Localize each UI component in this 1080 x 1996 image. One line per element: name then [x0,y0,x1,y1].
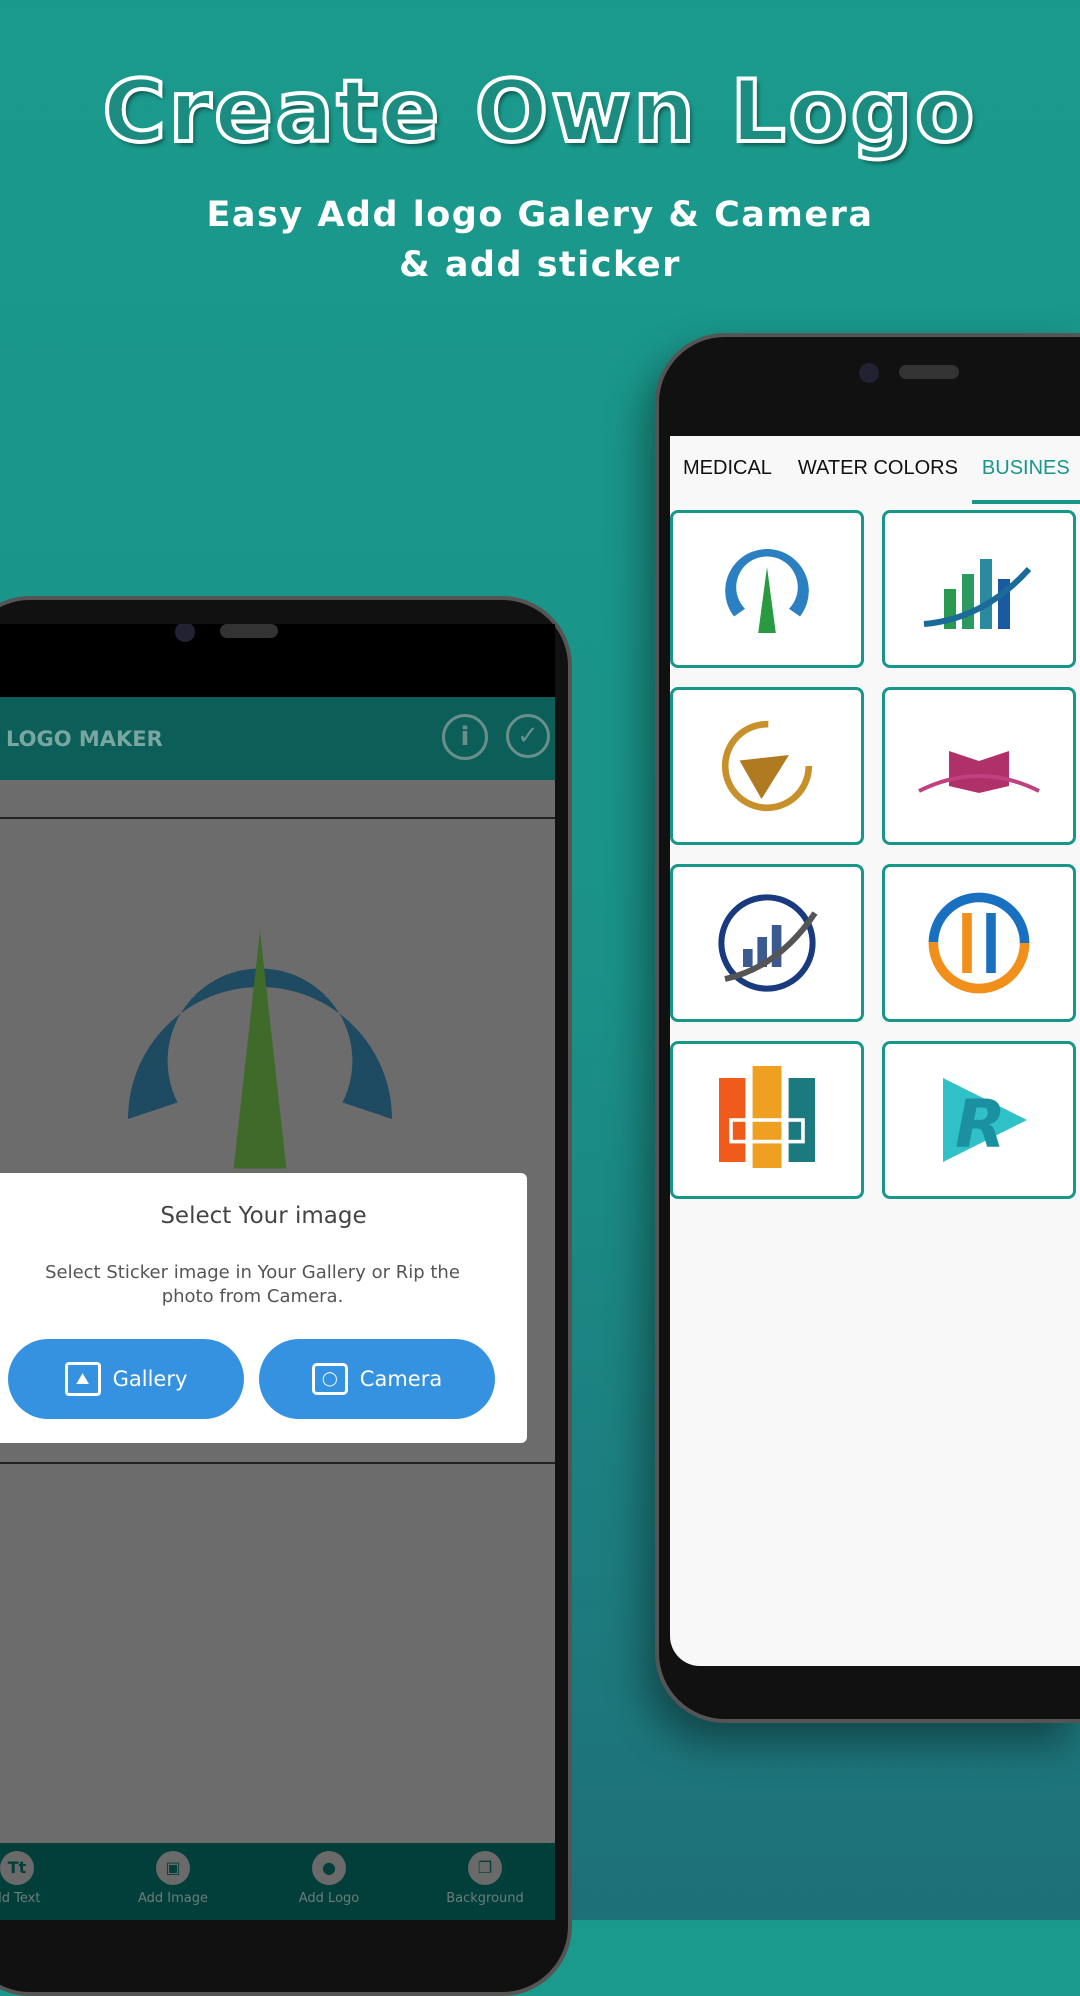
nav-label: dd Text [0,1891,41,1906]
divider [0,817,555,819]
check-icon[interactable]: ✓ [506,714,550,758]
camera-button[interactable]: ◯ Camera [259,1339,495,1419]
furniture-logo-icon [719,1066,815,1168]
logo-card[interactable] [882,687,1076,845]
arch-logo-preview-icon [128,930,392,1169]
left-phone-screen: LOGO MAKER i ✓ Select Your image Select … [0,624,555,1920]
tab-water-colors[interactable]: WATER COLORS [788,457,968,480]
nav-add-logo[interactable]: ● Add Logo [274,1851,384,1906]
chart-circle-logo-icon [718,894,818,992]
nav-add-text[interactable]: Tt dd Text [0,1851,72,1906]
nav-background[interactable]: ❐ Background [430,1851,540,1906]
logo-card[interactable] [882,510,1076,668]
dialog-title: Select Your image [160,1203,367,1229]
bottom-nav: Tt dd Text ▣ Add Image ● Add Logo ❐ Backgrou… [0,1843,555,1920]
subtitle: Easy Add logo Galery & Camera & add stick… [0,190,1080,290]
logo-icon: ● [312,1851,346,1885]
nav-label: Add Image [137,1891,208,1906]
app-title: LOGO MAKER [6,726,163,751]
gallery-icon: ⛰ [64,1362,101,1396]
tab-business[interactable]: BUSINES [971,457,1080,504]
camera-label: Camera [359,1367,443,1391]
camera-lens [175,624,195,642]
category-tabs: MEDICAL WATER COLORS BUSINES [670,436,1080,504]
right-phone-screen: MEDICAL WATER COLORS BUSINES R [670,436,1080,1666]
image-icon: ▣ [156,1851,190,1885]
subtitle-line: & add sticker [399,245,681,285]
logo-card[interactable] [670,510,864,668]
subtitle-line: Easy Add logo Galery & Camera [206,195,874,235]
dialog-message: Select Sticker image in Your Gallery or … [45,1262,460,1307]
book-logo-icon [918,751,1040,793]
h-letter-logo-icon [928,892,1030,994]
info-icon[interactable]: i [442,714,488,760]
gallery-button[interactable]: ⛰ Gallery [8,1339,244,1419]
arch-logo-icon [725,549,809,633]
svg-text:R: R [955,1085,1006,1162]
camera-lens [859,363,879,383]
logo-card[interactable] [670,687,864,845]
camera-icon: ◯ [311,1363,348,1395]
gallery-label: Gallery [112,1367,188,1391]
headline: Create Own Logo [101,60,978,164]
app-toolbar: LOGO MAKER i ✓ [0,697,555,780]
select-image-dialog: Select Your image Select Sticker image i… [0,1173,527,1443]
logo-card[interactable] [670,864,864,1022]
tab-medical[interactable]: MEDICAL [673,457,782,480]
logo-card[interactable] [670,1041,864,1199]
r-letter-logo-icon: R [943,1078,1027,1162]
nav-label: Add Logo [298,1891,360,1906]
text-icon: Tt [0,1851,34,1885]
speaker [899,365,959,379]
gold-bird-logo-icon [721,720,813,812]
layers-icon: ❐ [468,1851,502,1885]
logo-card[interactable]: R [882,1041,1076,1199]
speaker [220,624,278,638]
divider [0,1462,555,1464]
growth-chart-logo-icon [923,559,1032,629]
logo-card[interactable] [882,864,1076,1022]
nav-label: Background [446,1891,524,1906]
nav-add-image[interactable]: ▣ Add Image [118,1851,228,1906]
